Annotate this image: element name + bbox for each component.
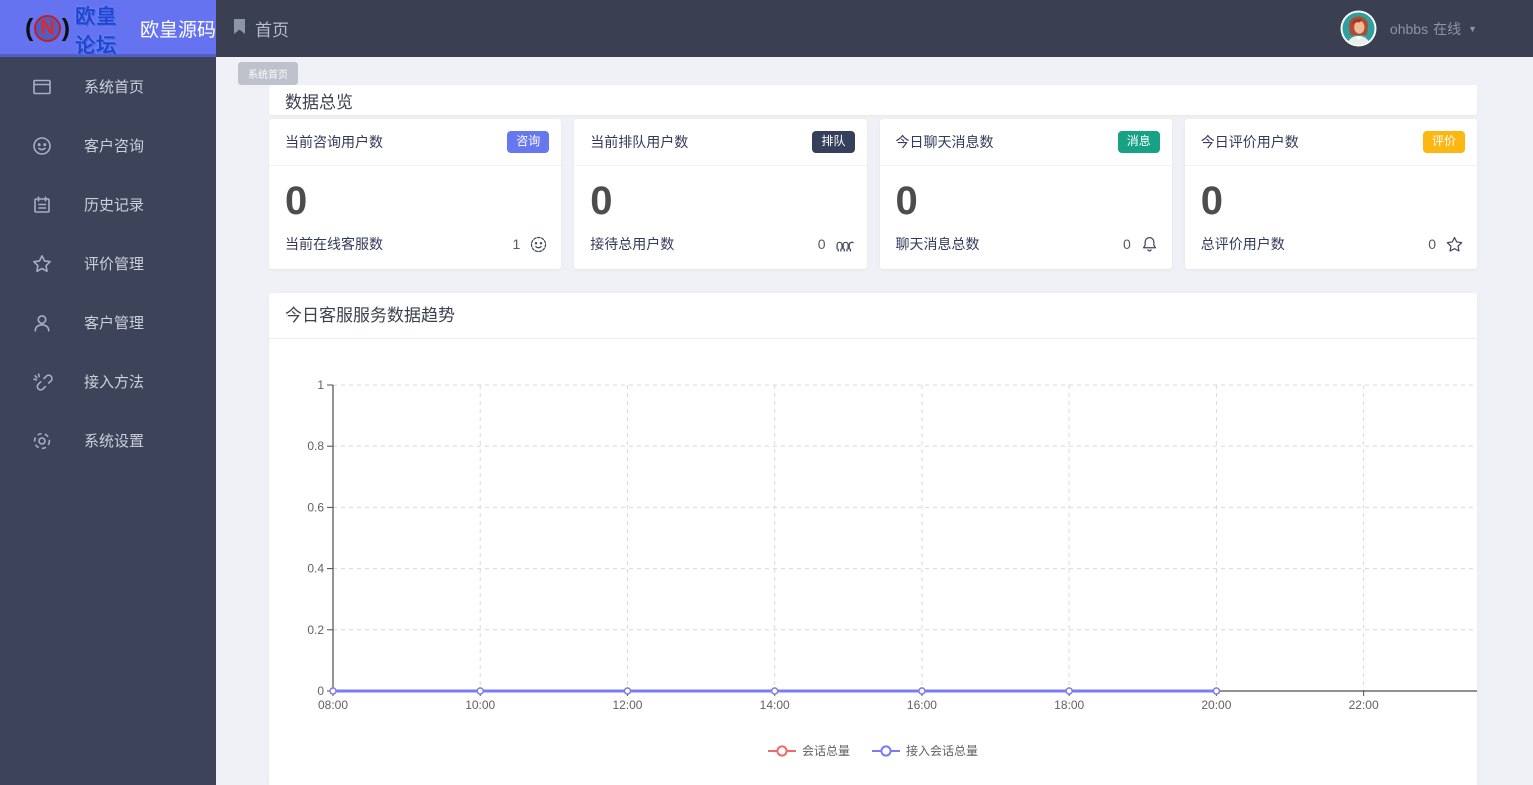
sidebar-item-history[interactable]: 历史记录 — [0, 175, 216, 234]
bell-icon — [1140, 235, 1159, 254]
stat-card-title: 当前排队用户数 — [590, 134, 689, 150]
sidebar-item-label: 评价管理 — [84, 256, 145, 273]
svg-text:12:00: 12:00 — [612, 698, 642, 712]
window-icon — [31, 76, 53, 98]
stat-card-consulting: 当前咨询用户数 咨询 0 当前在线客服数 1 — [269, 119, 562, 269]
chart-title: 今日客服服务数据趋势 — [269, 293, 1477, 339]
stat-card-footer-value: 0 — [1122, 236, 1131, 252]
stat-card-queue: 当前排队用户数 排队 0 接待总用户数 0 — [574, 119, 867, 269]
stat-card-title: 今日评价用户数 — [1200, 134, 1299, 150]
svg-text:0.8: 0.8 — [307, 439, 324, 453]
stat-card-footer-value: 0 — [817, 236, 826, 252]
stat-card-title: 当前咨询用户数 — [285, 134, 383, 150]
legend-item-sessions[interactable]: 会话总量 — [767, 742, 850, 759]
smiley-icon — [529, 235, 548, 254]
sidebar-item-settings[interactable]: 系统设置 — [0, 411, 216, 470]
legend-item-joined-sessions[interactable]: 接入会话总量 — [872, 742, 978, 759]
trend-chart-card: 今日客服服务数据趋势 0 0.2 0.4 0.6 0.8 1 08:00 10:00 12:00… — [269, 293, 1477, 785]
section-header: 数据总览 — [269, 85, 1477, 115]
sidebar-item-label: 接入方法 — [84, 374, 145, 391]
stat-card-footer-label: 当前在线客服数 — [285, 236, 383, 252]
sidebar-item-reviews[interactable]: 评价管理 — [0, 234, 216, 293]
notebook-icon — [31, 194, 53, 216]
sidebar-item-customers[interactable]: 客户管理 — [0, 293, 216, 352]
star-icon — [31, 253, 53, 275]
svg-text:18:00: 18:00 — [1054, 698, 1084, 712]
stat-card-footer-label: 接待总用户数 — [590, 236, 675, 252]
sidebar-item-home[interactable]: 系统首页 — [0, 57, 216, 116]
user-name: ohbbs — [1389, 20, 1429, 37]
svg-text:0.6: 0.6 — [307, 500, 324, 514]
chart-legend: 会话总量 接入会话总量 — [269, 742, 1477, 759]
user-status: 在线 — [1433, 20, 1462, 37]
svg-text:0.2: 0.2 — [307, 623, 324, 637]
status-badge: 排队 — [812, 131, 855, 153]
smiley-icon — [31, 135, 53, 157]
svg-text:1: 1 — [317, 378, 324, 392]
queue-icon — [835, 235, 854, 254]
brand-forum-text: 欧皇论坛 — [75, 5, 118, 57]
line-chart: 0 0.2 0.4 0.6 0.8 1 08:00 10:00 12:00 14:00 16:00 1… — [307, 378, 1477, 712]
section-title: 数据总览 — [285, 92, 353, 112]
svg-text:14:00: 14:00 — [760, 698, 790, 712]
svg-text:16:00: 16:00 — [907, 698, 937, 712]
svg-text:20:00: 20:00 — [1201, 698, 1231, 712]
user-icon — [31, 312, 53, 334]
nav-tab-home[interactable]: 首页 — [233, 0, 289, 57]
logo-paren-left: ( — [25, 14, 34, 42]
top-navbar: ( N ) 欧皇论坛 欧皇源码 首页 ohbbs 在线 ▼ — [0, 0, 1533, 57]
brand-logo-icon: ( N ) — [25, 15, 70, 42]
brand-logo[interactable]: ( N ) 欧皇论坛 欧皇源码 — [0, 0, 216, 57]
sidebar-item-label: 客户管理 — [84, 315, 145, 332]
sidebar-item-label: 历史记录 — [84, 197, 145, 214]
stat-card-footer-value: 1 — [512, 236, 521, 252]
gear-icon — [31, 430, 53, 452]
stat-card-ratings: 今日评价用户数 评价 0 总评价用户数 0 — [1184, 119, 1477, 269]
star-icon — [1445, 235, 1464, 254]
status-badge: 消息 — [1117, 131, 1160, 153]
svg-text:0: 0 — [317, 684, 324, 698]
sidebar-item-consult[interactable]: 客户咨询 — [0, 116, 216, 175]
user-menu[interactable]: ohbbs 在线 ▼ — [1340, 0, 1477, 57]
svg-text:0.4: 0.4 — [307, 562, 324, 576]
bookmark-icon — [233, 18, 246, 40]
stat-card-value: 0 — [1200, 179, 1223, 223]
avatar — [1340, 10, 1377, 47]
status-badge: 评价 — [1422, 131, 1465, 153]
sidebar: 系统首页 客户咨询 历史记录 评价管理 客户管理 接入方法 系统设置 — [0, 57, 216, 785]
sidebar-item-integration[interactable]: 接入方法 — [0, 352, 216, 411]
unlink-icon — [31, 371, 53, 393]
caret-down-icon: ▼ — [1468, 23, 1477, 34]
stat-card-footer-value: 0 — [1428, 236, 1436, 252]
stat-card-value: 0 — [895, 179, 918, 223]
sidebar-item-label: 系统设置 — [84, 433, 145, 450]
nav-tab-home-label: 首页 — [255, 21, 289, 40]
sidebar-item-label: 客户咨询 — [84, 138, 145, 155]
logo-letter: N — [34, 15, 61, 42]
svg-text:22:00: 22:00 — [1349, 698, 1379, 712]
stat-card-value: 0 — [590, 179, 613, 223]
status-badge: 咨询 — [507, 131, 550, 153]
brand-name: 欧皇源码 — [139, 20, 216, 41]
stat-card-footer-label: 聊天消息总数 — [895, 236, 980, 252]
legend-label: 接入会话总量 — [906, 744, 979, 758]
legend-label: 会话总量 — [801, 744, 850, 758]
sidebar-item-label: 系统首页 — [84, 79, 145, 96]
stat-card-footer-label: 总评价用户数 — [1200, 236, 1285, 252]
stat-cards-row: 当前咨询用户数 咨询 0 当前在线客服数 1 当前排队用户数 排队 0 接待总用… — [269, 119, 1477, 269]
stat-card-messages: 今日聊天消息数 消息 0 聊天消息总数 0 — [879, 119, 1172, 269]
logo-paren-right: ) — [61, 14, 71, 42]
svg-text:10:00: 10:00 — [465, 698, 495, 712]
main-content: 系统首页 数据总览 当前咨询用户数 咨询 0 当前在线客服数 1 当前排队用户数… — [216, 57, 1533, 785]
stat-card-value: 0 — [285, 179, 308, 223]
corner-tag[interactable]: 系统首页 — [238, 62, 298, 85]
stat-card-title: 今日聊天消息数 — [895, 134, 994, 150]
svg-text:08:00: 08:00 — [318, 698, 348, 712]
